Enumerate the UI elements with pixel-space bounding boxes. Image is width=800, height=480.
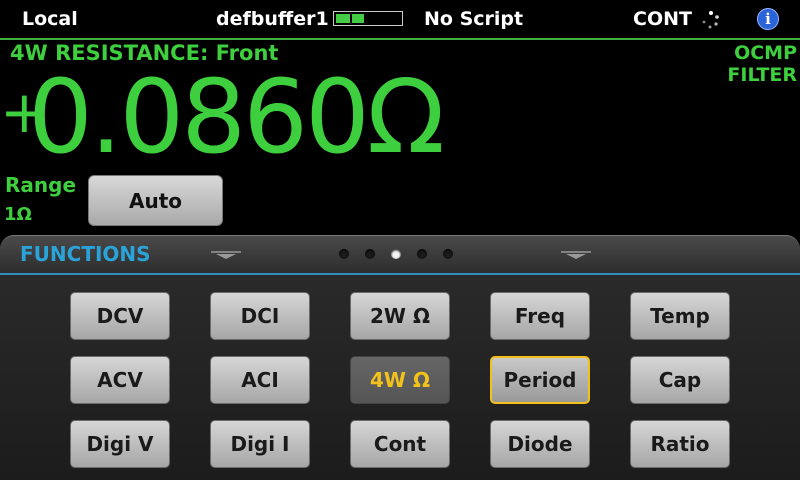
functions-panel-title[interactable]: FUNCTIONS [20, 242, 151, 266]
buffer-name[interactable]: defbuffer1 [216, 7, 329, 31]
local-mode-button[interactable]: Local [22, 7, 78, 31]
range-value: 1Ω [4, 204, 32, 225]
drag-handle-icon[interactable] [211, 250, 241, 260]
page-dot[interactable] [443, 249, 453, 259]
page-dot[interactable] [365, 249, 375, 259]
ocmp-indicator: OCMP [734, 42, 797, 64]
measurement-reading: 0.0860Ω [28, 58, 445, 177]
drag-handle-icon[interactable] [561, 250, 591, 260]
range-label: Range [5, 173, 77, 197]
function-button[interactable]: DCI [210, 292, 310, 340]
function-button[interactable]: 4W Ω [350, 356, 450, 404]
function-button[interactable]: Ratio [630, 420, 730, 468]
page-dot[interactable] [391, 249, 401, 259]
function-button[interactable]: Cap [630, 356, 730, 404]
function-button[interactable]: Digi I [210, 420, 310, 468]
filter-indicator: FILTER [727, 64, 797, 86]
page-dot[interactable] [339, 249, 349, 259]
function-button[interactable]: Temp [630, 292, 730, 340]
function-button[interactable]: 2W Ω [350, 292, 450, 340]
page-dot[interactable] [417, 249, 427, 259]
status-bar: Local defbuffer1 No Script CONT i [0, 0, 800, 40]
activity-spinner-icon [702, 11, 719, 29]
info-icon[interactable]: i [757, 8, 779, 30]
trigger-mode[interactable]: CONT [633, 7, 692, 31]
range-auto-button[interactable]: Auto [88, 175, 223, 226]
function-button[interactable]: Diode [490, 420, 590, 468]
buffer-fill-indicator[interactable] [333, 11, 403, 26]
function-button[interactable]: Freq [490, 292, 590, 340]
function-button[interactable]: ACV [70, 356, 170, 404]
function-button[interactable]: DCV [70, 292, 170, 340]
script-status[interactable]: No Script [424, 7, 523, 31]
function-button[interactable]: Period [490, 356, 590, 404]
function-button[interactable]: Cont [350, 420, 450, 468]
function-button[interactable]: ACI [210, 356, 310, 404]
function-button[interactable]: Digi V [70, 420, 170, 468]
buffer-fill-segment [352, 14, 364, 23]
buffer-fill-segment [336, 14, 350, 23]
